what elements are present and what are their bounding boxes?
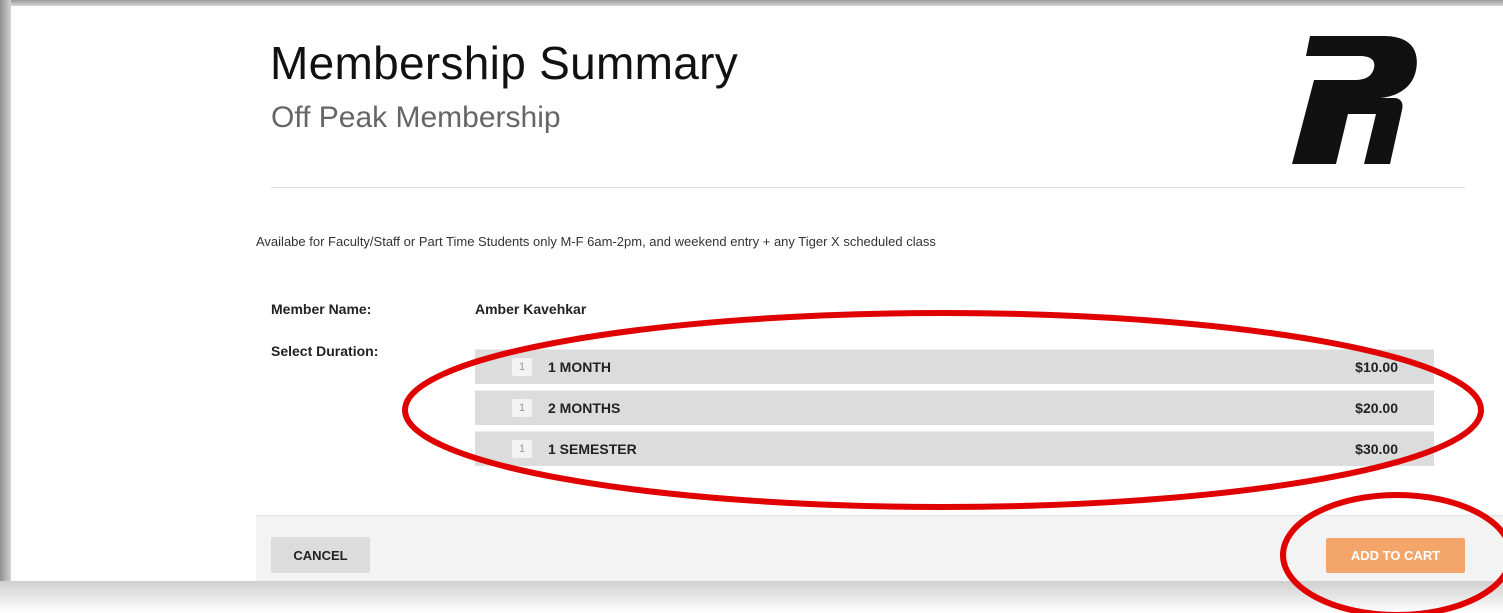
window-edge-top bbox=[0, 0, 1503, 6]
duration-option-price: $20.00 bbox=[1355, 400, 1398, 416]
add-to-cart-button[interactable]: ADD TO CART bbox=[1326, 538, 1465, 573]
membership-summary-window: Membership Summary Off Peak Membership A… bbox=[0, 0, 1503, 613]
member-name-value: Amber Kavehkar bbox=[475, 301, 587, 317]
quantity-badge: 1 bbox=[512, 440, 532, 458]
duration-option-1-month[interactable]: 1 1 MONTH $10.00 bbox=[475, 349, 1434, 384]
duration-option-label: 1 MONTH bbox=[548, 359, 611, 375]
header-divider bbox=[271, 187, 1465, 188]
duration-option-price: $10.00 bbox=[1355, 359, 1398, 375]
pr-logo-icon bbox=[1292, 36, 1420, 164]
window-edge-left bbox=[0, 0, 11, 613]
duration-option-2-months[interactable]: 1 2 MONTHS $20.00 bbox=[475, 390, 1434, 425]
duration-option-price: $30.00 bbox=[1355, 441, 1398, 457]
duration-option-1-semester[interactable]: 1 1 SEMESTER $30.00 bbox=[475, 431, 1434, 466]
page-subtitle: Off Peak Membership bbox=[271, 101, 561, 134]
duration-option-label: 1 SEMESTER bbox=[548, 441, 637, 457]
duration-option-label: 2 MONTHS bbox=[548, 400, 621, 416]
dialog-footer bbox=[256, 515, 1503, 582]
quantity-badge: 1 bbox=[512, 399, 532, 417]
membership-description: Availabe for Faculty/Staff or Part Time … bbox=[256, 234, 936, 249]
cancel-button[interactable]: CANCEL bbox=[271, 537, 370, 573]
page-title: Membership Summary bbox=[270, 37, 739, 89]
window-edge-bottom bbox=[0, 581, 1503, 613]
select-duration-label: Select Duration: bbox=[271, 343, 379, 359]
quantity-badge: 1 bbox=[512, 358, 532, 376]
member-name-label: Member Name: bbox=[271, 301, 372, 317]
